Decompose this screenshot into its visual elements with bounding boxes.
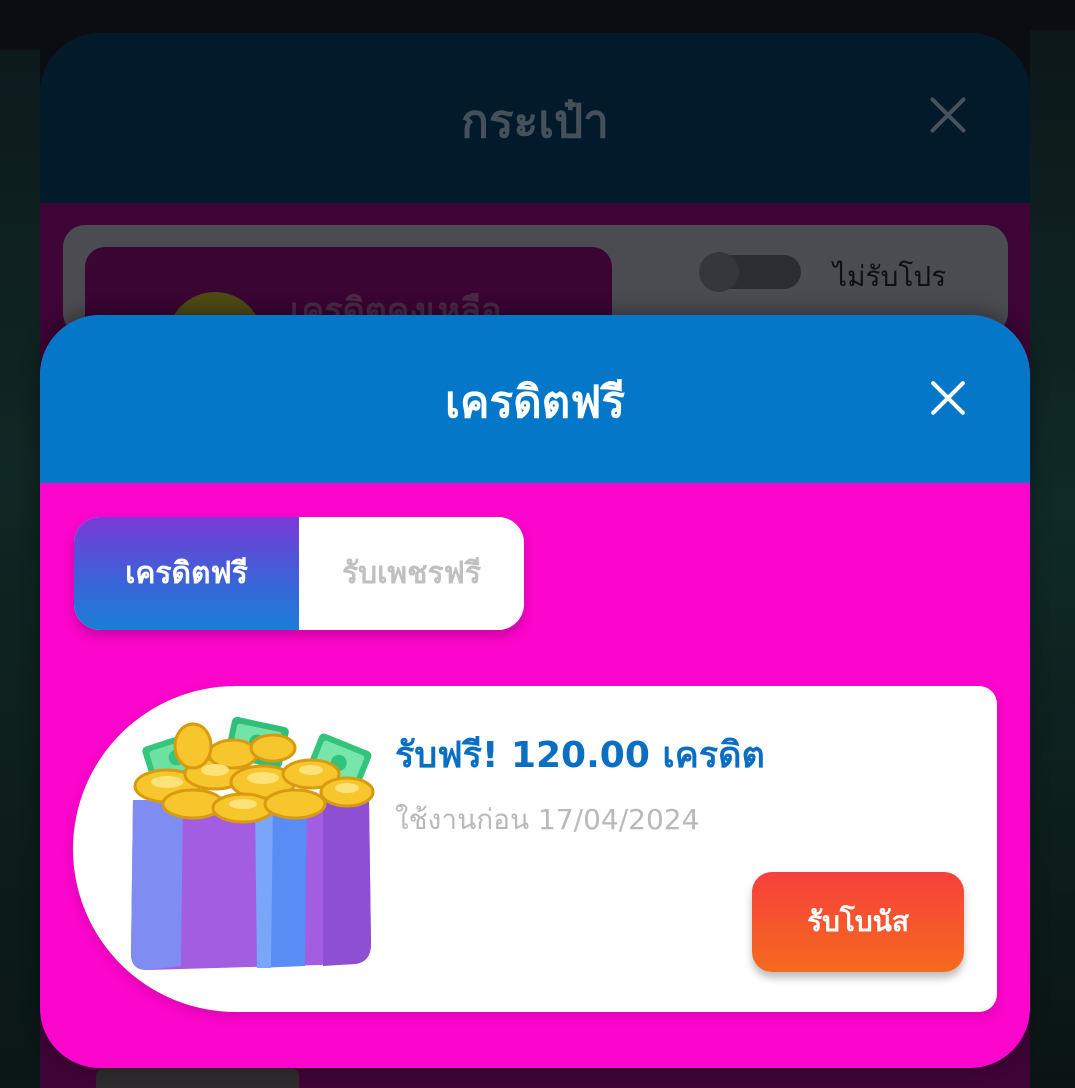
bonus-offer-card: รับฟรี! 120.00 เครดิต ใช้งานก่อน 17/04/2… <box>73 686 997 1012</box>
no-promo-label: ไม่รับโปร <box>833 260 947 293</box>
reward-tabs: เครดิตฟรี รับเพชรฟรี <box>74 517 524 630</box>
claim-bonus-button[interactable]: รับโบนัส <box>752 872 964 972</box>
free-credit-modal: เครดิตฟรี เครดิตฟรี รับเพชรฟรี รับฟรี! 1… <box>40 315 1030 1068</box>
background-game-art-right <box>1030 30 1075 1088</box>
toggle-knob <box>699 252 739 292</box>
tab-free-diamonds[interactable]: รับเพชรฟรี <box>299 517 524 630</box>
gift-box-icon <box>123 708 385 990</box>
free-credit-header: เครดิตฟรี <box>40 315 1030 483</box>
bonus-offer-title: รับฟรี! 120.00 เครดิต <box>395 735 765 776</box>
wallet-bottom-thumbnail <box>96 1068 299 1088</box>
wallet-header: กระเป๋า <box>40 33 1030 203</box>
background-game-art-left <box>0 50 40 1088</box>
tab-free-credit[interactable]: เครดิตฟรี <box>74 517 299 630</box>
no-promo-toggle <box>699 252 801 292</box>
wallet-close-icon <box>928 95 968 135</box>
bonus-expiry-text: ใช้งานก่อน 17/04/2024 <box>395 803 700 836</box>
close-icon[interactable] <box>928 377 968 421</box>
free-credit-title: เครดิตฟรี <box>444 377 626 428</box>
wallet-title: กระเป๋า <box>460 94 610 148</box>
